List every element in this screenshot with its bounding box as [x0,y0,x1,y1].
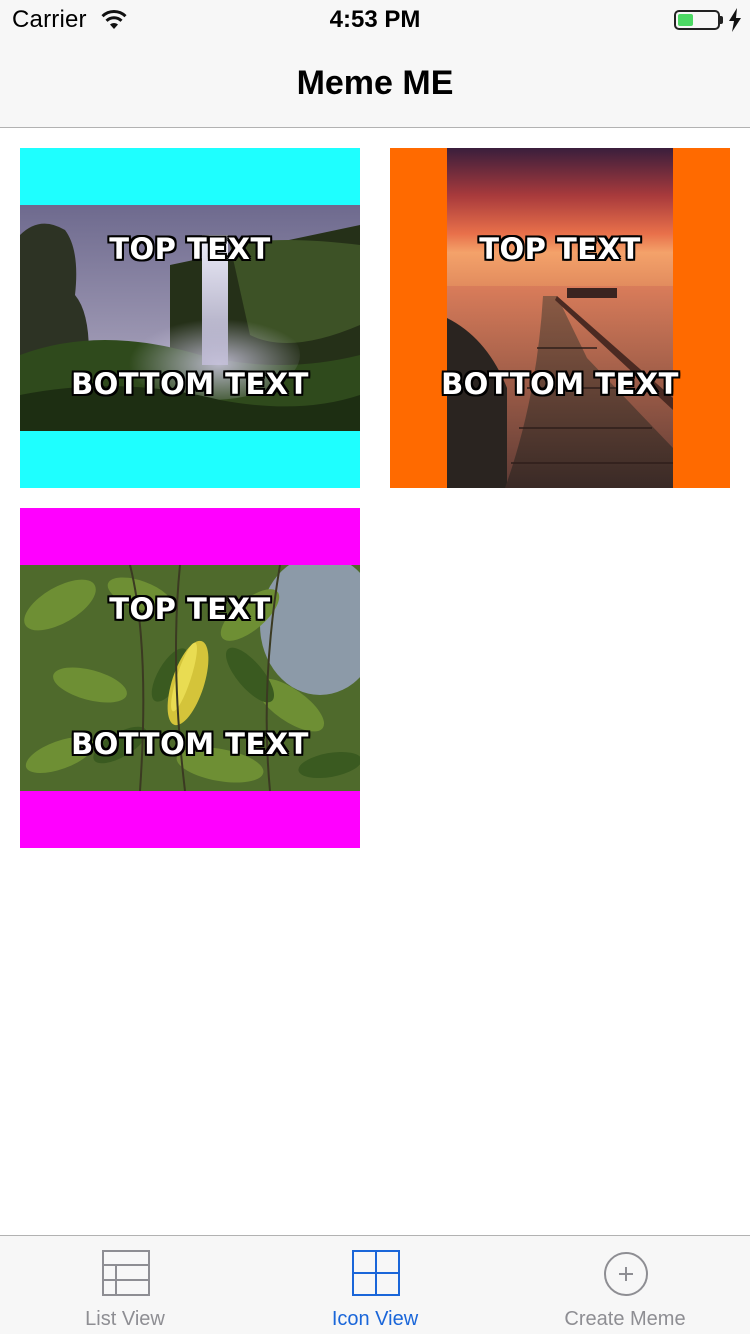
meme-top-text: TOP TEXT [109,592,271,626]
battery-icon [674,10,720,30]
clock: 4:53 PM [329,6,421,33]
meme-bottom-text: BOTTOM TEXT [71,367,309,401]
battery-level [678,14,694,26]
meme-top-text: TOP TEXT [479,232,641,266]
sunset-boardwalk-photo [447,148,673,488]
status-bar: Carrier 4:53 PM [0,0,750,40]
grid-icon [352,1250,400,1296]
meme-top-text: TOP TEXT [109,232,271,266]
tab-create-meme[interactable]: Create Meme [500,1236,750,1334]
tab-bar: List View Icon View Create Meme [0,1235,750,1334]
battery-cap [720,16,723,24]
tab-label: Create Meme [564,1308,686,1330]
meme-bottom-text: BOTTOM TEXT [441,367,679,401]
page-title: Meme ME [296,64,454,102]
meme-cell[interactable]: TOP TEXT BOTTOM TEXT [20,148,360,488]
tab-label: List View [85,1308,165,1330]
tab-icon-view[interactable]: Icon View [250,1236,500,1334]
charging-bolt-icon [729,8,741,32]
meme-bottom-text: BOTTOM TEXT [71,727,309,761]
list-icon [102,1250,150,1296]
navigation-bar: Meme ME [0,40,750,128]
tab-label: Icon View [331,1308,419,1330]
meme-cell[interactable]: TOP TEXT BOTTOM TEXT [20,508,360,848]
plus-circle-icon [604,1252,648,1296]
meme-cell[interactable]: TOP TEXT BOTTOM TEXT [390,148,730,488]
tab-list-view[interactable]: List View [0,1236,250,1334]
